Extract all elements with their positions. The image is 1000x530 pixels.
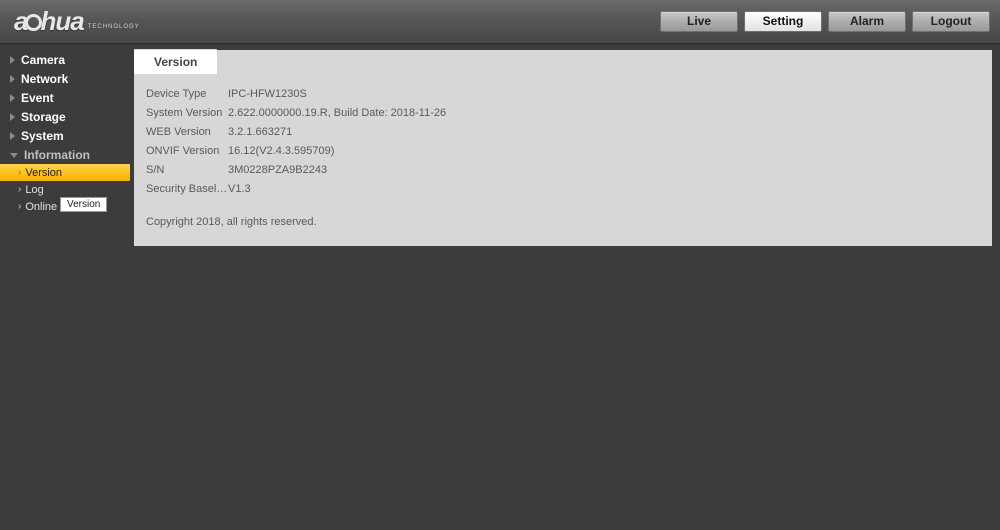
chevron-right-icon	[10, 56, 15, 64]
sidebar-item-storage[interactable]: Storage	[0, 107, 130, 126]
row-security-baseline: Security Baseline V... V1.3	[146, 179, 980, 198]
sidebar-item-camera[interactable]: Camera	[0, 50, 130, 69]
sidebar-sub-label-version: Version	[25, 167, 62, 179]
nav-live-button[interactable]: Live	[660, 11, 738, 32]
value-web-version: 3.2.1.663271	[228, 126, 292, 138]
tooltip: Version	[60, 197, 107, 212]
brand-logo: ahua TECHNOLOGY	[14, 6, 140, 37]
content-panel: Version Device Type IPC-HFW1230S System …	[134, 50, 992, 246]
sidebar-item-network[interactable]: Network	[0, 69, 130, 88]
value-device-type: IPC-HFW1230S	[228, 88, 307, 100]
chevron-right-icon: ›	[18, 201, 21, 212]
tab-version[interactable]: Version	[134, 49, 217, 74]
sidebar-label-storage: Storage	[21, 110, 66, 124]
sidebar-item-system[interactable]: System	[0, 126, 130, 145]
sidebar-label-camera: Camera	[21, 53, 65, 67]
sidebar-item-information[interactable]: Information	[0, 145, 130, 164]
label-system-version: System Version	[146, 107, 228, 119]
label-device-type: Device Type	[146, 88, 228, 100]
copyright-text: Copyright 2018, all rights reserved.	[146, 216, 980, 228]
chevron-right-icon	[10, 132, 15, 140]
row-system-version: System Version 2.622.0000000.19.R, Build…	[146, 103, 980, 122]
row-onvif-version: ONVIF Version 16.12(V2.4.3.595709)	[146, 141, 980, 160]
nav-setting-button[interactable]: Setting	[744, 11, 822, 32]
sidebar-item-event[interactable]: Event	[0, 88, 130, 107]
chevron-right-icon: ›	[18, 184, 21, 195]
sidebar-label-event: Event	[21, 91, 54, 105]
sidebar-sub-log[interactable]: › Log Version	[0, 181, 130, 198]
panel-content: Device Type IPC-HFW1230S System Version …	[134, 50, 992, 238]
label-sn: S/N	[146, 164, 228, 176]
chevron-down-icon	[10, 153, 18, 158]
brand-name-part2: hua	[40, 6, 83, 36]
value-security-baseline: V1.3	[228, 183, 251, 195]
sidebar-label-system: System	[21, 129, 64, 143]
value-onvif-version: 16.12(V2.4.3.595709)	[228, 145, 334, 157]
chevron-right-icon	[10, 75, 15, 83]
value-sn: 3M0228PZA9B2243	[228, 164, 327, 176]
header-bar: ahua TECHNOLOGY Live Setting Alarm Logou…	[0, 0, 1000, 44]
sidebar-label-network: Network	[21, 72, 68, 86]
label-onvif-version: ONVIF Version	[146, 145, 228, 157]
body-row: Camera Network Event Storage System Info…	[0, 44, 1000, 530]
row-web-version: WEB Version 3.2.1.663271	[146, 122, 980, 141]
sidebar-label-information: Information	[24, 148, 90, 162]
nav-buttons: Live Setting Alarm Logout	[660, 11, 990, 32]
row-device-type: Device Type IPC-HFW1230S	[146, 84, 980, 103]
sidebar: Camera Network Event Storage System Info…	[0, 44, 130, 530]
label-web-version: WEB Version	[146, 126, 228, 138]
brand-name: ahua	[14, 6, 84, 37]
sidebar-sub-version[interactable]: › Version	[0, 164, 130, 181]
chevron-right-icon	[10, 113, 15, 121]
chevron-right-icon	[10, 94, 15, 102]
main-area: Version Device Type IPC-HFW1230S System …	[130, 44, 1000, 530]
nav-alarm-button[interactable]: Alarm	[828, 11, 906, 32]
row-sn: S/N 3M0228PZA9B2243	[146, 160, 980, 179]
chevron-right-icon: ›	[18, 167, 21, 178]
value-system-version: 2.622.0000000.19.R, Build Date: 2018-11-…	[228, 107, 446, 119]
brand-tagline: TECHNOLOGY	[88, 24, 140, 30]
sidebar-sub-label-log: Log	[25, 184, 43, 196]
label-security-baseline: Security Baseline V...	[146, 183, 228, 195]
nav-logout-button[interactable]: Logout	[912, 11, 990, 32]
